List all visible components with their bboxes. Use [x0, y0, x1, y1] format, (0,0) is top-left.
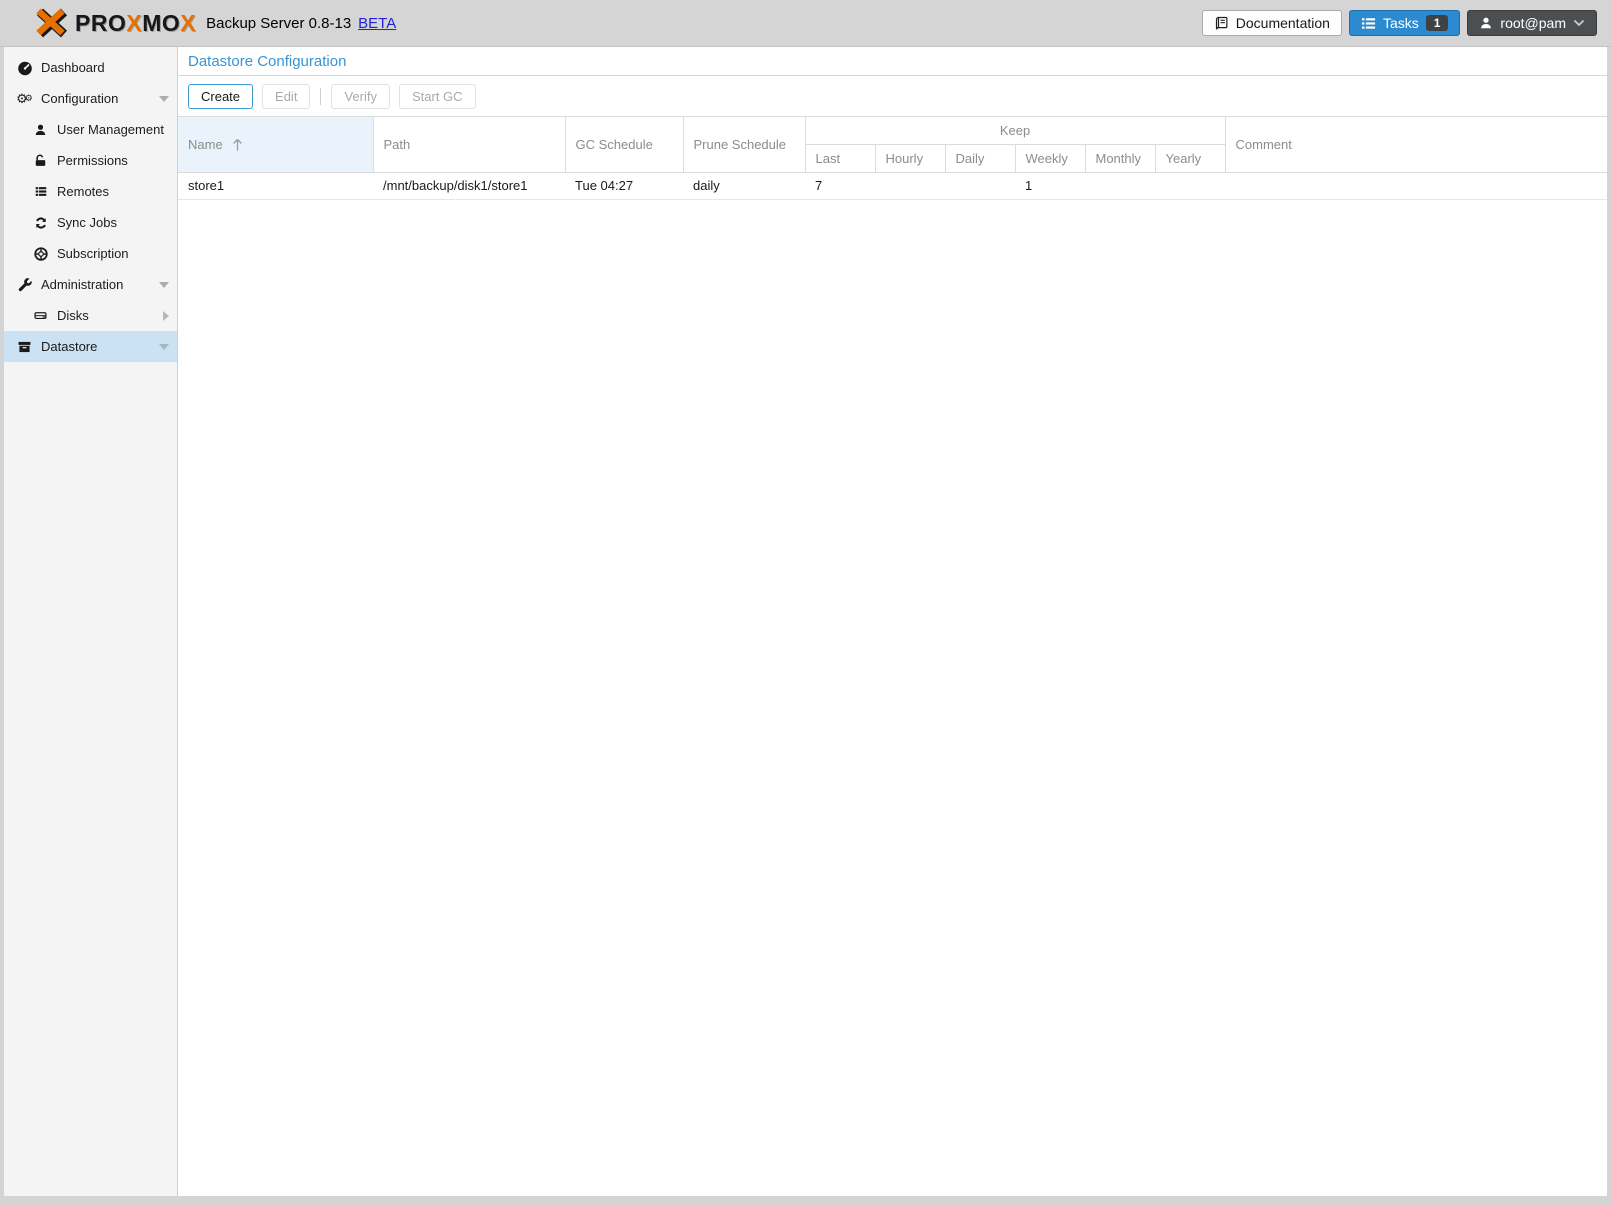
user-icon	[32, 122, 49, 138]
sidebar-item-label: Sync Jobs	[57, 215, 169, 230]
documentation-button[interactable]: Documentation	[1202, 10, 1342, 36]
page-title: Datastore Configuration	[188, 53, 346, 70]
hdd-icon	[32, 308, 49, 324]
datastore-table: Name Path GC Schedule Prune Schedule Kee…	[178, 116, 1607, 200]
sidebar-navigation: Dashboard ⚙⚙ Configuration User Manageme…	[4, 47, 178, 1196]
sidebar-item-label: Datastore	[41, 339, 155, 354]
proxmox-logo: PROXMOX	[30, 8, 196, 38]
tasks-count-badge: 1	[1426, 15, 1449, 31]
column-header-comment[interactable]: Comment	[1225, 117, 1607, 173]
cell-keep-weekly: 1	[1015, 173, 1085, 200]
column-header-keep-weekly[interactable]: Weekly	[1015, 145, 1085, 173]
edit-button: Edit	[262, 84, 310, 109]
cell-prune-schedule: daily	[683, 173, 805, 200]
collapse-arrow-icon	[159, 96, 169, 102]
sidebar-item-administration[interactable]: Administration	[4, 269, 177, 300]
column-group-keep: Keep	[805, 117, 1225, 145]
verify-button: Verify	[331, 84, 390, 109]
top-header-bar: PROXMOX Backup Server 0.8-13 BETA Docume…	[0, 0, 1611, 47]
cell-comment	[1225, 173, 1607, 200]
datastore-toolbar: Create Edit Verify Start GC	[178, 76, 1607, 116]
sidebar-item-label: Permissions	[57, 153, 169, 168]
tasks-button[interactable]: Tasks 1	[1349, 10, 1460, 36]
unlock-icon	[32, 153, 49, 169]
proxmox-wordmark: PROXMOX	[75, 10, 196, 37]
sidebar-item-permissions[interactable]: Permissions	[4, 145, 177, 176]
column-header-prune-schedule[interactable]: Prune Schedule	[683, 117, 805, 173]
cell-keep-yearly	[1155, 173, 1225, 200]
sidebar-item-label: Subscription	[57, 246, 169, 261]
beta-link[interactable]: BETA	[358, 15, 396, 32]
archive-icon	[16, 339, 33, 355]
task-list-icon	[1361, 16, 1376, 31]
sidebar-item-label: Remotes	[57, 184, 169, 199]
column-header-keep-monthly[interactable]: Monthly	[1085, 145, 1155, 173]
chevron-down-icon	[1573, 19, 1585, 27]
wrench-icon	[16, 277, 33, 293]
cell-gc-schedule: Tue 04:27	[565, 173, 683, 200]
column-header-name[interactable]: Name	[178, 117, 373, 173]
sidebar-item-label: Dashboard	[41, 60, 169, 75]
gears-icon: ⚙⚙	[16, 91, 33, 107]
toolbar-separator	[320, 88, 321, 105]
create-button[interactable]: Create	[188, 84, 253, 109]
sidebar-item-sync-jobs[interactable]: Sync Jobs	[4, 207, 177, 238]
user-menu-button[interactable]: root@pam	[1467, 10, 1597, 36]
documentation-label: Documentation	[1236, 15, 1330, 31]
sidebar-item-user-management[interactable]: User Management	[4, 114, 177, 145]
dashboard-icon	[16, 60, 33, 76]
sidebar-item-label: Configuration	[41, 91, 155, 106]
list-icon	[32, 184, 49, 200]
sidebar-item-configuration[interactable]: ⚙⚙ Configuration	[4, 83, 177, 114]
column-header-keep-hourly[interactable]: Hourly	[875, 145, 945, 173]
sidebar-item-label: User Management	[57, 122, 169, 137]
user-label: root@pam	[1500, 15, 1566, 31]
collapse-arrow-icon	[159, 282, 169, 288]
book-icon	[1214, 16, 1229, 31]
column-header-keep-yearly[interactable]: Yearly	[1155, 145, 1225, 173]
sync-icon	[32, 215, 49, 231]
cell-keep-last: 7	[805, 173, 875, 200]
cell-name: store1	[178, 173, 373, 200]
sort-ascending-icon	[232, 138, 243, 151]
cell-keep-hourly	[875, 173, 945, 200]
column-header-keep-daily[interactable]: Daily	[945, 145, 1015, 173]
cell-keep-daily	[945, 173, 1015, 200]
main-panel: Datastore Configuration Create Edit Veri…	[178, 47, 1607, 1196]
cell-path: /mnt/backup/disk1/store1	[373, 173, 565, 200]
page-title-bar: Datastore Configuration	[178, 47, 1607, 76]
sidebar-item-datastore[interactable]: Datastore	[4, 331, 177, 362]
sidebar-item-label: Administration	[41, 277, 155, 292]
collapse-arrow-icon	[159, 344, 169, 350]
table-row-store1[interactable]: store1 /mnt/backup/disk1/store1 Tue 04:2…	[178, 173, 1607, 200]
user-icon	[1479, 16, 1493, 30]
product-title: Backup Server 0.8-13	[206, 15, 351, 32]
sidebar-item-label: Disks	[57, 308, 159, 323]
start-gc-button: Start GC	[399, 84, 476, 109]
expand-arrow-icon	[163, 311, 169, 321]
proxmox-x-icon	[30, 8, 72, 38]
column-header-keep-last[interactable]: Last	[805, 145, 875, 173]
column-header-path[interactable]: Path	[373, 117, 565, 173]
cell-keep-monthly	[1085, 173, 1155, 200]
sidebar-item-disks[interactable]: Disks	[4, 300, 177, 331]
sidebar-item-remotes[interactable]: Remotes	[4, 176, 177, 207]
column-header-gc-schedule[interactable]: GC Schedule	[565, 117, 683, 173]
sidebar-item-subscription[interactable]: Subscription	[4, 238, 177, 269]
tasks-label: Tasks	[1383, 15, 1419, 31]
sidebar-item-dashboard[interactable]: Dashboard	[4, 52, 177, 83]
support-icon	[32, 246, 49, 262]
